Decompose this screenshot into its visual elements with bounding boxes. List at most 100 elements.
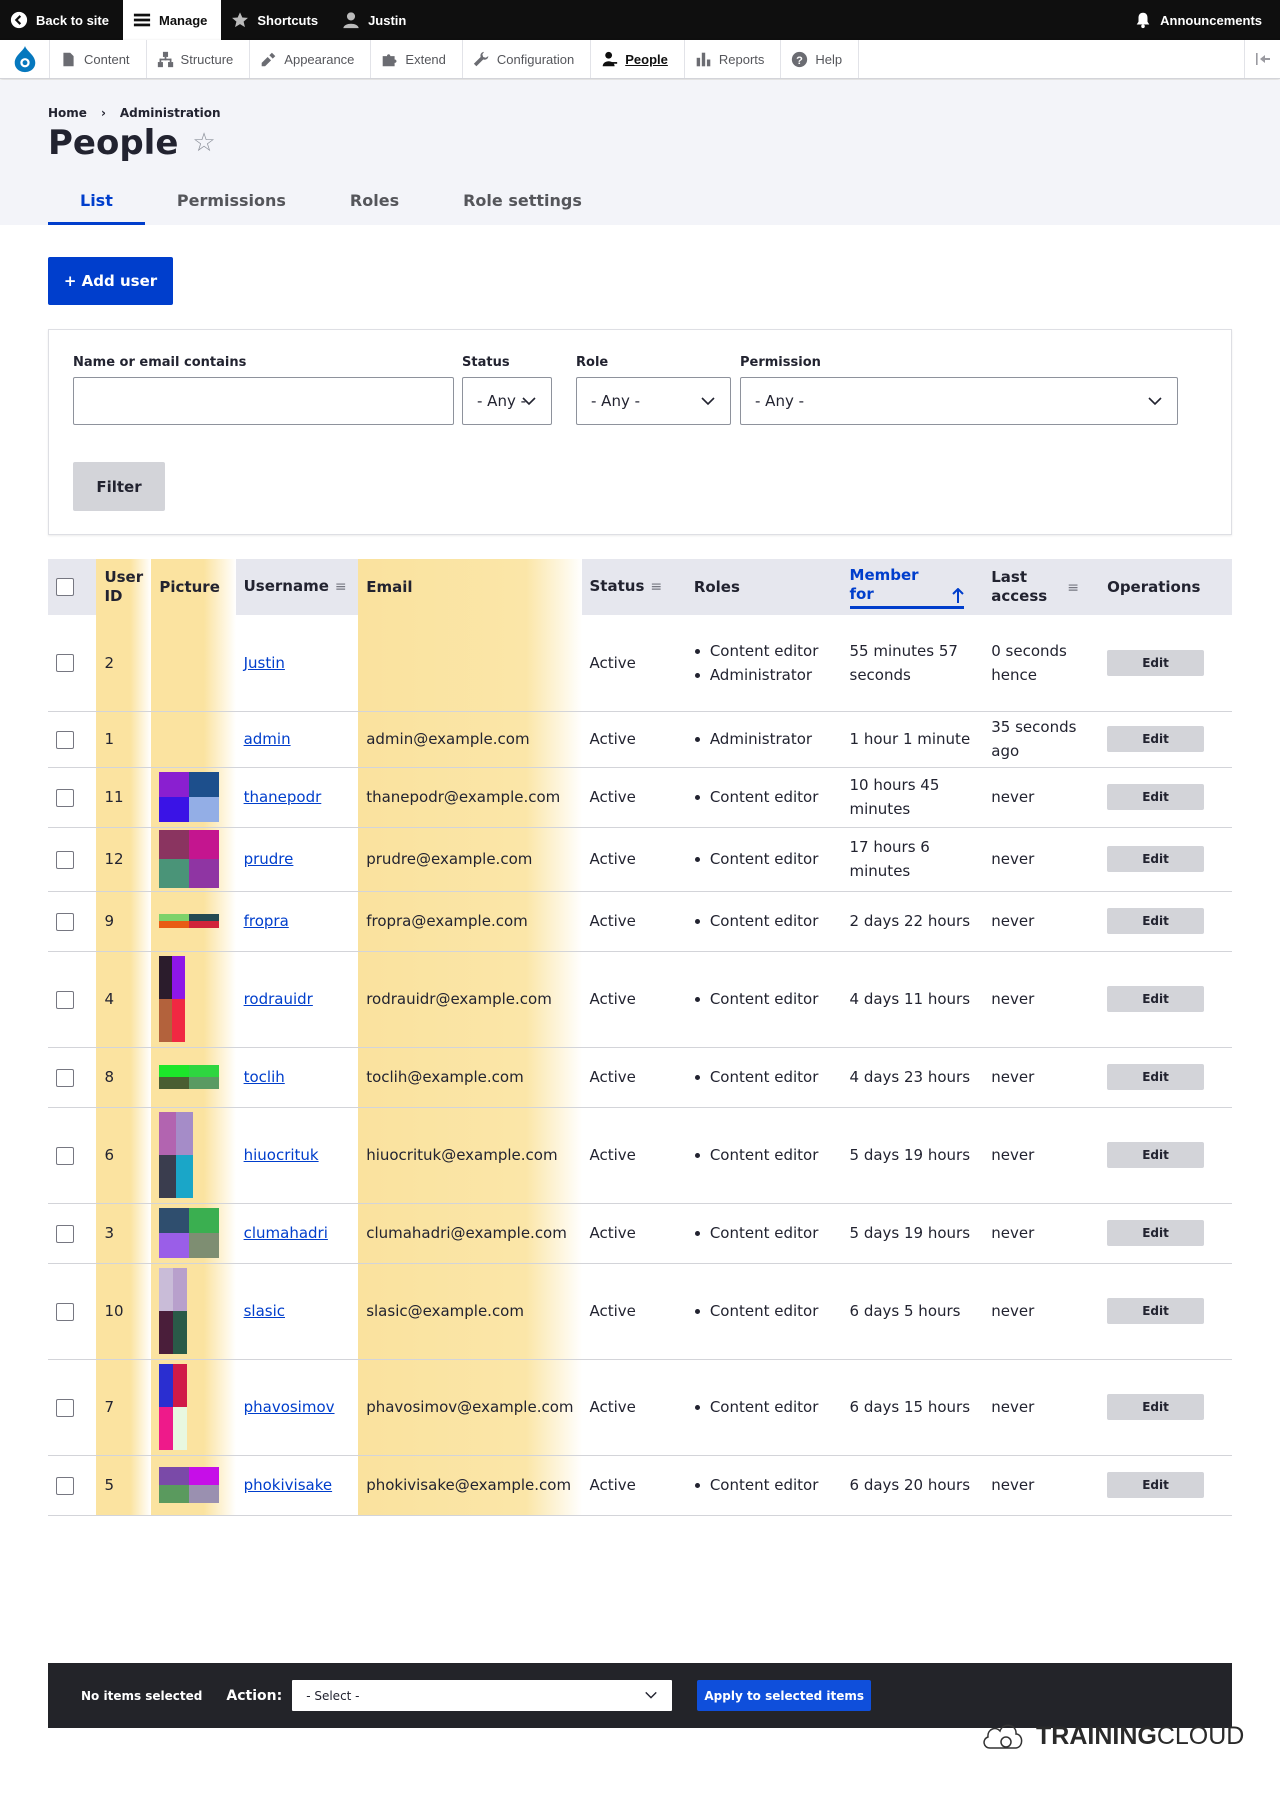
edit-button[interactable]: Edit	[1107, 846, 1205, 872]
row-checkbox[interactable]	[56, 1302, 74, 1321]
chevron-down-icon	[645, 1691, 657, 1699]
header-user-id: User ID	[96, 559, 152, 615]
header-last-access[interactable]: Last access ≡	[983, 559, 1100, 615]
tab-permissions[interactable]: Permissions	[145, 186, 318, 225]
picture-cell	[151, 711, 236, 768]
edit-button[interactable]: Edit	[1107, 1064, 1205, 1090]
username-link[interactable]: admin	[244, 730, 291, 748]
row-checkbox[interactable]	[56, 1476, 74, 1495]
row-checkbox[interactable]	[56, 1146, 74, 1165]
row-checkbox[interactable]	[56, 1398, 74, 1417]
picture-tile	[159, 1485, 190, 1503]
menu-item-appearance[interactable]: Appearance	[250, 40, 372, 78]
picture-cell	[151, 827, 236, 892]
menu-item-content[interactable]: Content	[50, 40, 147, 78]
username-link[interactable]: thanepodr	[244, 788, 322, 806]
status-cell: Active	[581, 1047, 686, 1108]
apply-to-selected-button[interactable]: Apply to selected items	[697, 1680, 872, 1711]
last-access-cell: never	[983, 1263, 1100, 1360]
menu-item-extend[interactable]: Extend	[371, 40, 463, 78]
shortcut-star-icon[interactable]: ☆	[192, 128, 215, 158]
edit-button[interactable]: Edit	[1107, 1472, 1205, 1498]
username-link[interactable]: clumahadri	[244, 1224, 328, 1242]
menu-item-structure[interactable]: Structure	[147, 40, 251, 78]
breadcrumb-home[interactable]: Home	[48, 106, 87, 120]
operations-cell: Edit	[1099, 615, 1232, 712]
role-filter-label: Role	[576, 355, 609, 370]
name-email-input[interactable]	[73, 377, 454, 425]
header-username-label: Username	[243, 577, 329, 595]
edit-button[interactable]: Edit	[1107, 1142, 1205, 1168]
action-select[interactable]: - Select -	[292, 1680, 673, 1711]
user-tab[interactable]: Justin	[332, 0, 420, 40]
user-id-cell: 12	[96, 827, 152, 892]
tab-roles[interactable]: Roles	[318, 186, 431, 225]
username-link[interactable]: slasic	[244, 1302, 285, 1320]
row-select-cell	[48, 1263, 97, 1360]
edit-button[interactable]: Edit	[1107, 1394, 1205, 1420]
drupal-logo[interactable]	[0, 40, 50, 78]
username-link[interactable]: phavosimov	[244, 1398, 335, 1416]
role-item: Content editor	[694, 1065, 834, 1089]
edit-button[interactable]: Edit	[1107, 1298, 1205, 1324]
member-for-cell: 1 hour 1 minute	[841, 711, 984, 768]
breadcrumb-administration[interactable]: Administration	[120, 106, 221, 120]
tab-list[interactable]: List	[48, 186, 145, 225]
edit-button[interactable]: Edit	[1107, 1220, 1205, 1246]
username-link[interactable]: fropra	[244, 912, 289, 930]
header-member-for[interactable]: Member for	[841, 559, 984, 615]
picture-tile	[159, 999, 173, 1042]
username-link[interactable]: toclih	[244, 1068, 285, 1086]
filter-button[interactable]: Filter	[73, 462, 165, 511]
row-checkbox[interactable]	[56, 850, 74, 869]
edit-button[interactable]: Edit	[1107, 986, 1205, 1012]
edit-button[interactable]: Edit	[1107, 726, 1205, 752]
roles-list: Administrator	[694, 727, 834, 751]
menu-label-content: Content	[84, 51, 130, 67]
username-link[interactable]: Justin	[244, 654, 285, 672]
breadcrumb-separator: ›	[100, 106, 106, 120]
username-link[interactable]: phokivisake	[244, 1476, 333, 1494]
menu-item-reports[interactable]: Reports	[685, 40, 782, 78]
row-checkbox[interactable]	[56, 1224, 74, 1243]
header-status[interactable]: Status ≡	[581, 559, 686, 615]
table-row: 9 fropra fropra@example.com Active Content e…	[48, 891, 1232, 952]
username-link[interactable]: prudre	[244, 850, 294, 868]
status-cell: Active	[581, 891, 686, 952]
structure-icon	[157, 51, 173, 67]
row-checkbox[interactable]	[56, 788, 74, 807]
menu-item-people[interactable]: People	[591, 40, 685, 78]
email-cell: admin@example.com	[358, 711, 582, 768]
menu-item-help[interactable]: ? Help	[781, 40, 860, 78]
shortcuts-tab[interactable]: Shortcuts	[221, 0, 332, 40]
announcements-tab[interactable]: Announcements	[1124, 0, 1280, 40]
edit-button[interactable]: Edit	[1107, 908, 1205, 934]
select-all-checkbox[interactable]	[56, 578, 74, 596]
picture-tile	[159, 1407, 174, 1450]
username-link[interactable]: hiuocrituk	[244, 1146, 319, 1164]
last-access-cell: never	[983, 1359, 1100, 1456]
add-user-button[interactable]: + Add user	[48, 257, 173, 305]
row-checkbox[interactable]	[56, 912, 74, 931]
permission-select[interactable]: - Any -	[740, 377, 1178, 425]
role-select[interactable]: - Any -	[576, 377, 731, 425]
tab-role-settings[interactable]: Role settings	[431, 186, 614, 225]
row-checkbox[interactable]	[56, 730, 74, 749]
menu-label-help: Help	[815, 51, 843, 67]
user-id-cell: 9	[96, 891, 152, 952]
status-select[interactable]: - Any -	[462, 377, 552, 425]
manage-tab[interactable]: Manage	[122, 0, 222, 40]
member-for-cell: 55 minutes 57 seconds	[841, 615, 984, 712]
header-username[interactable]: Username ≡	[235, 559, 359, 615]
collapse-toolbar-button[interactable]	[1244, 40, 1280, 78]
username-link[interactable]: rodrauidr	[244, 990, 313, 1008]
row-checkbox[interactable]	[56, 1068, 74, 1087]
back-to-site-link[interactable]: Back to site	[0, 0, 123, 40]
edit-button[interactable]: Edit	[1107, 784, 1205, 810]
picture-tile	[189, 921, 220, 928]
row-checkbox[interactable]	[56, 990, 74, 1009]
menu-item-configuration[interactable]: Configuration	[463, 40, 592, 78]
header-roles: Roles	[685, 559, 842, 615]
row-checkbox[interactable]	[56, 654, 74, 673]
edit-button[interactable]: Edit	[1107, 649, 1205, 676]
